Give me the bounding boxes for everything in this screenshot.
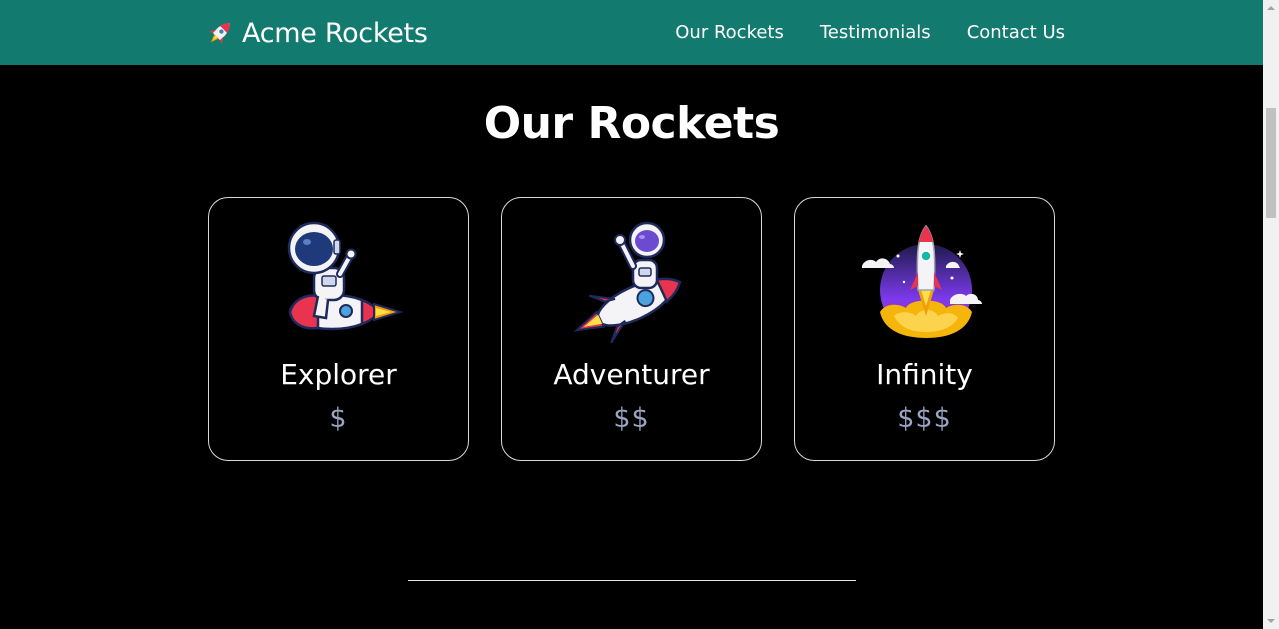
brand-name: Acme Rockets: [242, 17, 428, 49]
card-price: $$: [613, 403, 650, 434]
rocket-card-adventurer[interactable]: Adventurer $$: [501, 197, 762, 461]
scroll-up-arrow-icon[interactable]: [1263, 0, 1279, 17]
nav-link-contact-us[interactable]: Contact Us: [967, 22, 1065, 43]
card-price: $$$: [897, 403, 952, 434]
rocket-cards: Explorer $ Adventurer $$ Infinity $$$: [208, 197, 1055, 461]
card-price: $: [329, 403, 348, 434]
navbar: Acme Rockets Our Rockets Testimonials Co…: [0, 0, 1263, 65]
nav-link-our-rockets[interactable]: Our Rockets: [675, 22, 784, 43]
astronaut-riding-rocket-illustration: [274, 220, 404, 345]
rocket-launch-illustration: [860, 220, 990, 345]
section-divider: [408, 580, 856, 581]
astronaut-waving-on-rocket-illustration: [567, 220, 697, 345]
card-title: Infinity: [876, 358, 973, 391]
rocket-icon: [204, 17, 236, 49]
brand-link[interactable]: Acme Rockets: [204, 13, 428, 53]
rocket-card-infinity[interactable]: Infinity $$$: [794, 197, 1055, 461]
card-title: Explorer: [280, 358, 397, 391]
scroll-down-arrow-icon[interactable]: [1263, 612, 1279, 629]
nav-links: Our Rockets Testimonials Contact Us: [639, 0, 1065, 65]
scrollbar-thumb[interactable]: [1266, 108, 1276, 218]
vertical-scrollbar[interactable]: [1263, 0, 1279, 629]
page-title: Our Rockets: [483, 98, 780, 149]
nav-link-testimonials[interactable]: Testimonials: [820, 22, 931, 43]
card-title: Adventurer: [553, 358, 710, 391]
rocket-card-explorer[interactable]: Explorer $: [208, 197, 469, 461]
page: Acme Rockets Our Rockets Testimonials Co…: [0, 0, 1263, 629]
